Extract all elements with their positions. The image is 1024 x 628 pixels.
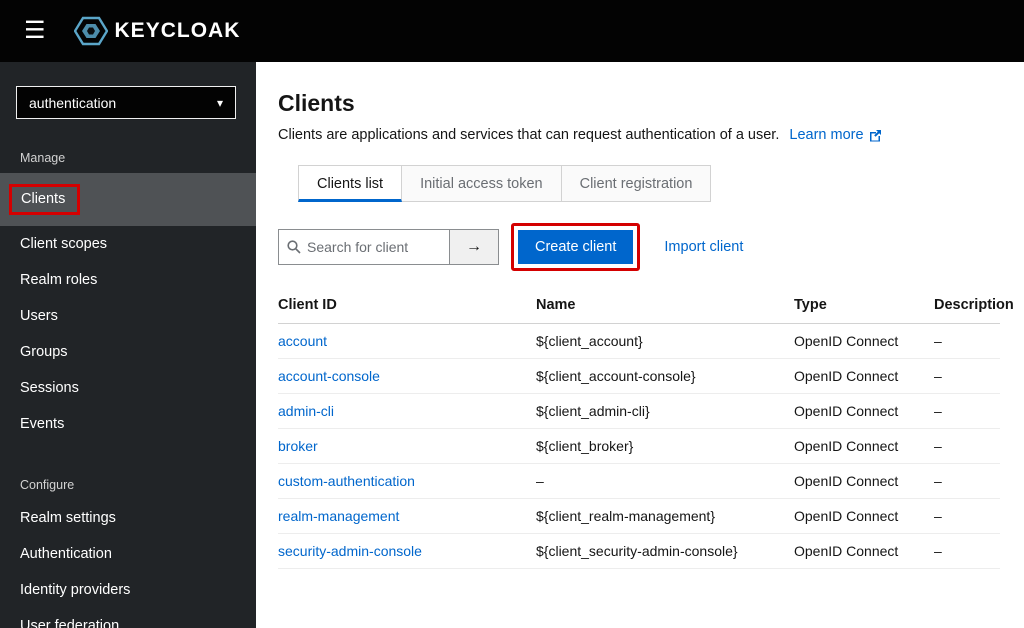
table-row: account ${client_account} OpenID Connect… — [278, 323, 1000, 359]
col-header-client-id: Client ID — [278, 287, 536, 324]
client-type-cell: OpenID Connect — [794, 358, 934, 394]
client-name-cell: ${client_account-console} — [536, 358, 794, 394]
col-header-type: Type — [794, 287, 934, 324]
main-content: Clients Clients are applications and ser… — [256, 62, 1024, 628]
client-type-cell: OpenID Connect — [794, 428, 934, 464]
page-description-text: Clients are applications and services th… — [278, 127, 780, 143]
client-name-cell: ${client_security-admin-console} — [536, 533, 794, 569]
client-id-link[interactable]: security-admin-console — [278, 543, 422, 559]
learn-more-link[interactable]: Learn more — [789, 127, 881, 143]
annotation-create-client-highlight: Create client — [511, 223, 641, 271]
chevron-down-icon: ▾ — [216, 95, 223, 110]
search-icon — [287, 240, 301, 254]
client-id-link[interactable]: broker — [278, 438, 318, 454]
realm-selector-value: authentication — [29, 94, 117, 111]
sidebar-item-label: Clients — [21, 191, 66, 207]
client-description-cell: – — [934, 358, 1000, 394]
learn-more-label: Learn more — [789, 127, 864, 143]
client-type-cell: OpenID Connect — [794, 463, 934, 499]
sidebar-item-client-scopes[interactable]: Client scopes — [0, 226, 256, 262]
search-input[interactable] — [307, 239, 441, 255]
table-row: account-console ${client_account-console… — [278, 358, 1000, 394]
client-type-cell: OpenID Connect — [794, 323, 934, 359]
sidebar-item-groups[interactable]: Groups — [0, 334, 256, 370]
sidebar-item-users[interactable]: Users — [0, 298, 256, 334]
sidebar-item-events[interactable]: Events — [0, 406, 256, 442]
client-type-cell: OpenID Connect — [794, 498, 934, 534]
sidebar-item-user-federation[interactable]: User federation — [0, 608, 256, 628]
search-submit-button[interactable]: → — [450, 229, 499, 265]
client-type-cell: OpenID Connect — [794, 393, 934, 429]
page-title: Clients — [278, 90, 355, 116]
tabs: Clients list Initial access token Client… — [298, 165, 1000, 202]
page-description: Clients are applications and services th… — [278, 127, 1000, 143]
table-row: admin-cli ${client_admin-cli} OpenID Con… — [278, 393, 1000, 429]
table-header-row: Client ID Name Type Description — [278, 287, 1014, 324]
keycloak-logo: KEYCLOAK — [73, 16, 241, 46]
col-header-description: Description — [934, 287, 1014, 324]
client-name-cell: ${client_admin-cli} — [536, 393, 794, 429]
nav-section-manage: Manage — [20, 151, 66, 165]
client-name-cell: – — [536, 463, 794, 499]
search-box — [278, 229, 450, 265]
annotation-clients-highlight: Clients — [9, 184, 81, 215]
nav-section-configure: Configure — [20, 478, 75, 492]
search-group: → — [278, 229, 499, 265]
create-client-button[interactable]: Create client — [518, 230, 634, 264]
client-id-link[interactable]: account-console — [278, 368, 380, 384]
tab-client-registration[interactable]: Client registration — [561, 165, 712, 202]
client-name-cell: ${client_realm-management} — [536, 498, 794, 534]
sidebar-item-clients[interactable]: Clients — [0, 173, 256, 226]
client-id-link[interactable]: custom-authentication — [278, 473, 415, 489]
tab-initial-access-token[interactable]: Initial access token — [402, 165, 562, 202]
client-description-cell: – — [934, 323, 1000, 359]
sidebar-item-authentication[interactable]: Authentication — [0, 536, 256, 572]
client-description-cell: – — [934, 463, 1000, 499]
table-row: broker ${client_broker} OpenID Connect – — [278, 428, 1000, 464]
topbar: ☰ KEYCLOAK — [0, 0, 1024, 62]
sidebar: authentication ▾ Manage Clients Client s… — [0, 62, 256, 628]
table-row: realm-management ${client_realm-manageme… — [278, 498, 1000, 534]
clients-table: Client ID Name Type Description account … — [278, 287, 1014, 569]
tab-clients-list[interactable]: Clients list — [298, 165, 403, 202]
sidebar-item-sessions[interactable]: Sessions — [0, 370, 256, 406]
sidebar-item-realm-roles[interactable]: Realm roles — [0, 262, 256, 298]
client-description-cell: – — [934, 498, 1000, 534]
import-client-link[interactable]: Import client — [664, 239, 743, 255]
client-id-link[interactable]: account — [278, 333, 327, 349]
client-description-cell: – — [934, 393, 1000, 429]
col-header-name: Name — [536, 287, 794, 324]
hamburger-menu-icon[interactable]: ☰ — [10, 11, 60, 51]
keycloak-hexagon-icon — [73, 16, 108, 46]
table-row: security-admin-console ${client_security… — [278, 533, 1000, 569]
client-description-cell: – — [934, 428, 1000, 464]
table-row: custom-authentication – OpenID Connect – — [278, 463, 1000, 499]
client-description-cell: – — [934, 533, 1000, 569]
client-id-link[interactable]: realm-management — [278, 508, 399, 524]
sidebar-item-identity-providers[interactable]: Identity providers — [0, 572, 256, 608]
client-type-cell: OpenID Connect — [794, 533, 934, 569]
brand-text: KEYCLOAK — [114, 19, 241, 42]
toolbar: → Create client Import client — [278, 223, 1000, 271]
external-link-icon — [869, 129, 881, 141]
realm-selector[interactable]: authentication ▾ — [16, 86, 236, 119]
client-id-link[interactable]: admin-cli — [278, 403, 334, 419]
client-name-cell: ${client_broker} — [536, 428, 794, 464]
sidebar-item-realm-settings[interactable]: Realm settings — [0, 500, 256, 536]
client-name-cell: ${client_account} — [536, 323, 794, 359]
